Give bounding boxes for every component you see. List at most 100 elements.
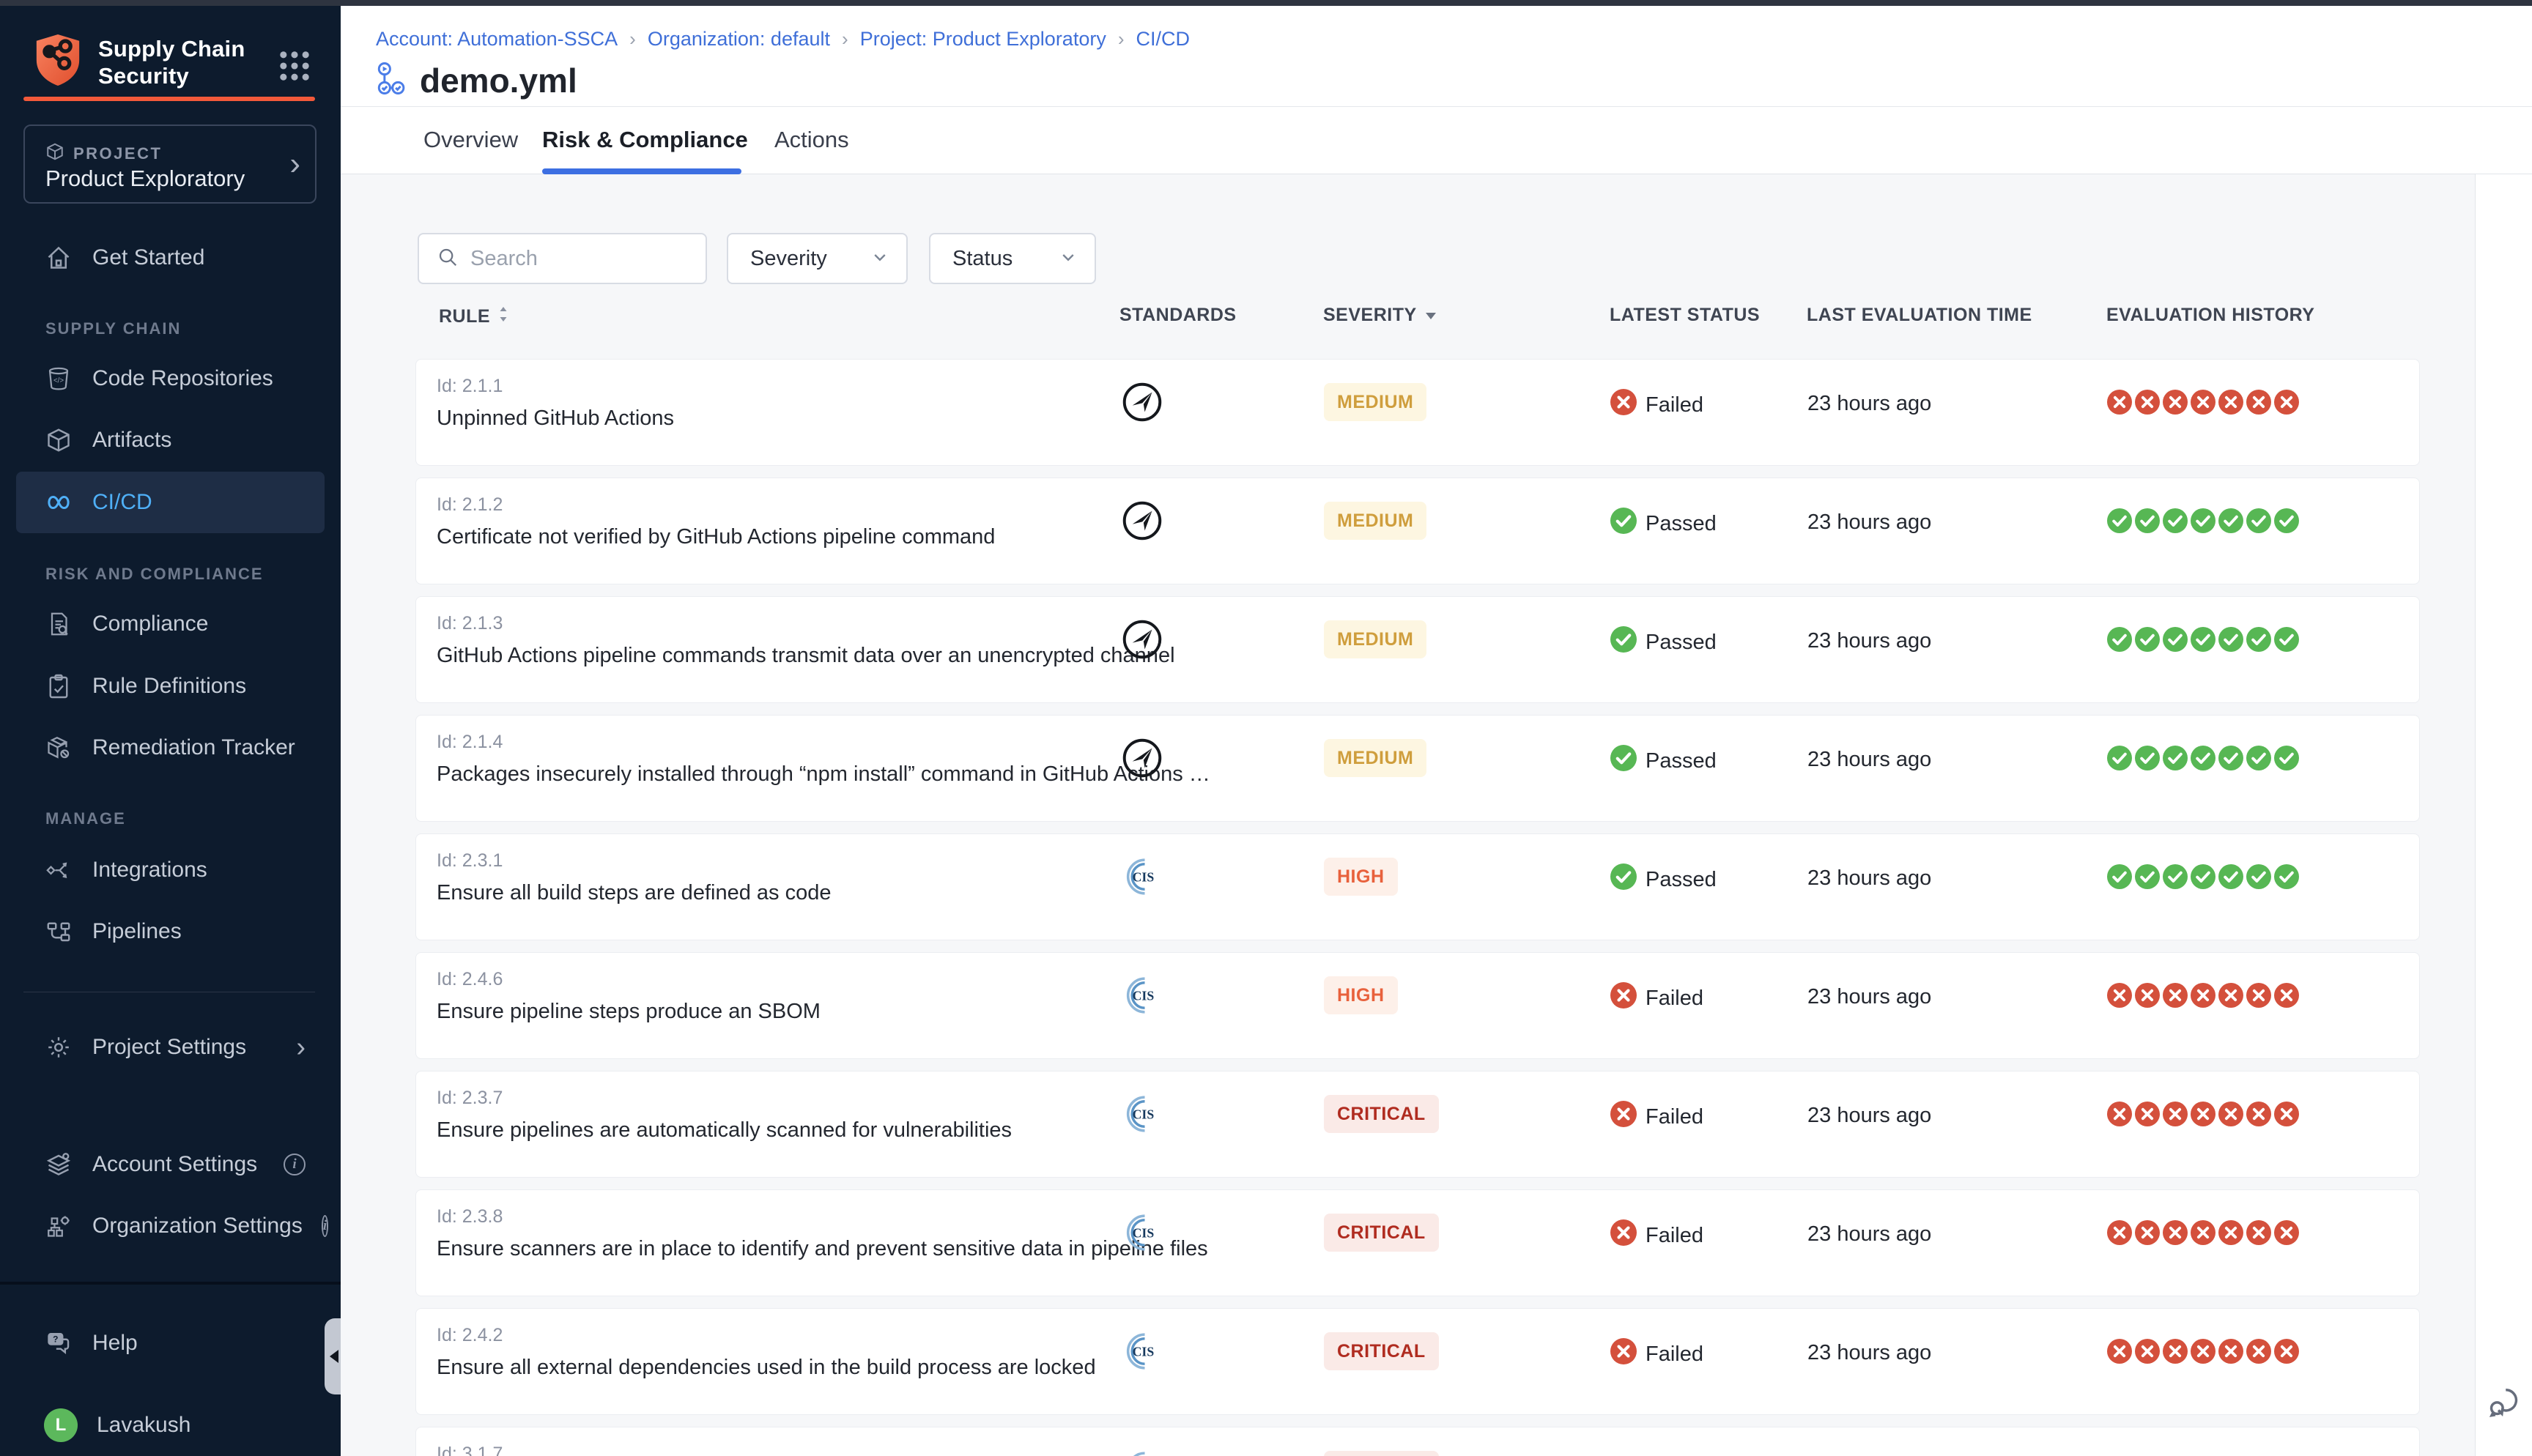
tab-risk-and-compliance[interactable]: Risk & Compliance [542, 107, 748, 173]
rule-id: Id: 2.1.1 [437, 376, 503, 397]
table-row[interactable]: Id: 2.4.6 Ensure pipeline steps produce … [415, 952, 2420, 1059]
history-pass-icon [2163, 864, 2188, 893]
chat-bubbles-icon[interactable] [2484, 1383, 2522, 1421]
history-fail-icon [2246, 390, 2271, 418]
table-row[interactable]: Id: 2.4.2 Ensure all external dependenci… [415, 1308, 2420, 1415]
evaluation-history [2107, 627, 2299, 655]
user-menu[interactable]: L Lavakush [16, 1394, 325, 1456]
last-evaluation-time: 23 hours ago [1807, 748, 1931, 772]
chevron-down-icon [1059, 248, 1077, 270]
sidebar-section-risk-and-compliance: RISK AND COMPLIANCE [45, 565, 264, 584]
sidebar-item-cicd[interactable]: CI/CD [16, 472, 325, 533]
sidebar-item-label: Code Repositories [92, 366, 273, 391]
info-icon[interactable]: i [284, 1154, 306, 1175]
column-header-last-evaluation-time: LAST EVALUATION TIME [1807, 305, 2032, 326]
sidebar-item-project-settings[interactable]: Project Settings › [16, 1017, 325, 1078]
history-fail-icon [2246, 1339, 2271, 1367]
history-fail-icon [2135, 390, 2160, 418]
severity-filter[interactable]: Severity [727, 233, 908, 284]
last-evaluation-time: 23 hours ago [1807, 866, 1931, 891]
project-label: PROJECT [73, 144, 162, 163]
evaluation-history [2107, 1220, 2299, 1249]
table-row[interactable]: Id: 2.3.8 Ensure scanners are in place t… [415, 1189, 2420, 1296]
status-filter-label: Status [952, 247, 1013, 271]
history-pass-icon [2191, 627, 2216, 655]
module-grid-icon[interactable] [275, 47, 314, 89]
user-name: Lavakush [97, 1413, 190, 1438]
latest-status: Passed [1610, 745, 1717, 777]
breadcrumb-organization[interactable]: Organization: default [648, 28, 830, 51]
column-header-rule[interactable]: RULE [439, 305, 509, 329]
sidebar-item-rule-definitions[interactable]: Rule Definitions [16, 655, 325, 717]
page-header: Account: Automation-SSCA › Organization:… [341, 6, 2532, 107]
info-icon[interactable]: i [322, 1215, 328, 1237]
history-pass-icon [2246, 746, 2271, 774]
tab-actions[interactable]: Actions [774, 107, 849, 173]
sidebar-item-label: Integrations [92, 858, 207, 883]
sidebar-item-get-started[interactable]: Get Started [16, 227, 325, 289]
latest-status: Passed [1610, 508, 1717, 540]
rule-name: Ensure all external dependencies used in… [437, 1356, 1096, 1380]
sidebar-item-organization-settings[interactable]: Organization Settings i [16, 1195, 325, 1257]
table-row[interactable]: Id: 2.3.7 Ensure pipelines are automatic… [415, 1071, 2420, 1178]
search-input[interactable] [470, 247, 675, 271]
cis-standard-icon: CIS [1122, 1093, 1163, 1134]
breadcrumb-account[interactable]: Account: Automation-SSCA [376, 28, 618, 51]
window-top-strip [0, 0, 2532, 6]
sidebar-item-account-settings[interactable]: Account Settings i [16, 1134, 325, 1195]
project-selector[interactable]: PROJECT Product Exploratory › [23, 125, 316, 204]
evaluation-history [2107, 390, 2299, 418]
sidebar-item-remediation-tracker[interactable]: Remediation Tracker [16, 717, 325, 779]
right-rail [2475, 174, 2532, 1456]
artifacts-cube-icon [44, 426, 73, 455]
sidebar-item-pipelines[interactable]: Pipelines [16, 901, 325, 962]
table-row[interactable]: Id: 2.3.1 Ensure all build steps are def… [415, 833, 2420, 940]
svg-text:</>: </> [53, 376, 64, 385]
history-pass-icon [2246, 508, 2271, 537]
rule-name: Ensure scanners are in place to identify… [437, 1237, 1096, 1261]
latest-status: Passed [1610, 626, 1717, 658]
org-hierarchy-gear-icon [44, 1211, 73, 1241]
status-filter[interactable]: Status [929, 233, 1096, 284]
history-pass-icon [2163, 627, 2188, 655]
history-fail-icon [2191, 1220, 2216, 1249]
app-title: Supply Chain Security [98, 35, 259, 89]
history-pass-icon [2274, 864, 2299, 893]
history-pass-icon [2107, 746, 2132, 774]
history-fail-icon [2274, 1102, 2299, 1130]
history-fail-icon [2246, 1102, 2271, 1130]
svg-text:CIS: CIS [1133, 989, 1155, 1003]
history-fail-icon [2135, 983, 2160, 1011]
table-row[interactable]: Id: 2.1.4 Packages insecurely installed … [415, 715, 2420, 822]
sidebar-item-label: Artifacts [92, 428, 171, 453]
evaluation-history [2107, 1102, 2299, 1130]
sidebar-item-code-repositories[interactable]: </> Code Repositories [16, 348, 325, 409]
history-pass-icon [2135, 627, 2160, 655]
tab-overview[interactable]: Overview [423, 107, 518, 173]
chevron-right-icon: › [289, 148, 300, 180]
clipboard-check-icon [44, 672, 73, 701]
sidebar-item-help[interactable]: ? Help [16, 1312, 325, 1374]
sidebar-item-compliance[interactable]: Compliance [16, 593, 325, 655]
breadcrumb-project[interactable]: Project: Product Exploratory [860, 28, 1106, 51]
table-row[interactable]: Id: 2.1.3 GitHub Actions pipeline comman… [415, 596, 2420, 703]
breadcrumb-cicd[interactable]: CI/CD [1136, 28, 1191, 51]
history-fail-icon [2218, 390, 2243, 418]
history-fail-icon [2135, 1339, 2160, 1367]
table-row[interactable]: Id: 2.1.1 Unpinned GitHub Actions MEDIUM… [415, 359, 2420, 466]
sidebar-item-artifacts[interactable]: Artifacts [16, 409, 325, 471]
table-row[interactable]: Id: 3.1.7 CIS CRITICAL Failed 23 hours a… [415, 1427, 2420, 1456]
brand-accent-bar [23, 97, 315, 101]
latest-status: Failed [1610, 1101, 1703, 1133]
rule-name: Packages insecurely installed through “n… [437, 762, 1096, 787]
history-fail-icon [2191, 1339, 2216, 1367]
evaluation-history [2107, 983, 2299, 1011]
severity-badge: CRITICAL [1324, 1095, 1439, 1133]
column-header-severity[interactable]: SEVERITY [1323, 305, 1437, 326]
severity-filter-label: Severity [750, 247, 827, 271]
history-fail-icon [2274, 1339, 2299, 1367]
table-row[interactable]: Id: 2.1.2 Certificate not verified by Gi… [415, 478, 2420, 584]
sidebar-item-label: Remediation Tracker [92, 735, 295, 760]
status-icon [1610, 1338, 1637, 1370]
sidebar-item-integrations[interactable]: Integrations [16, 839, 325, 901]
